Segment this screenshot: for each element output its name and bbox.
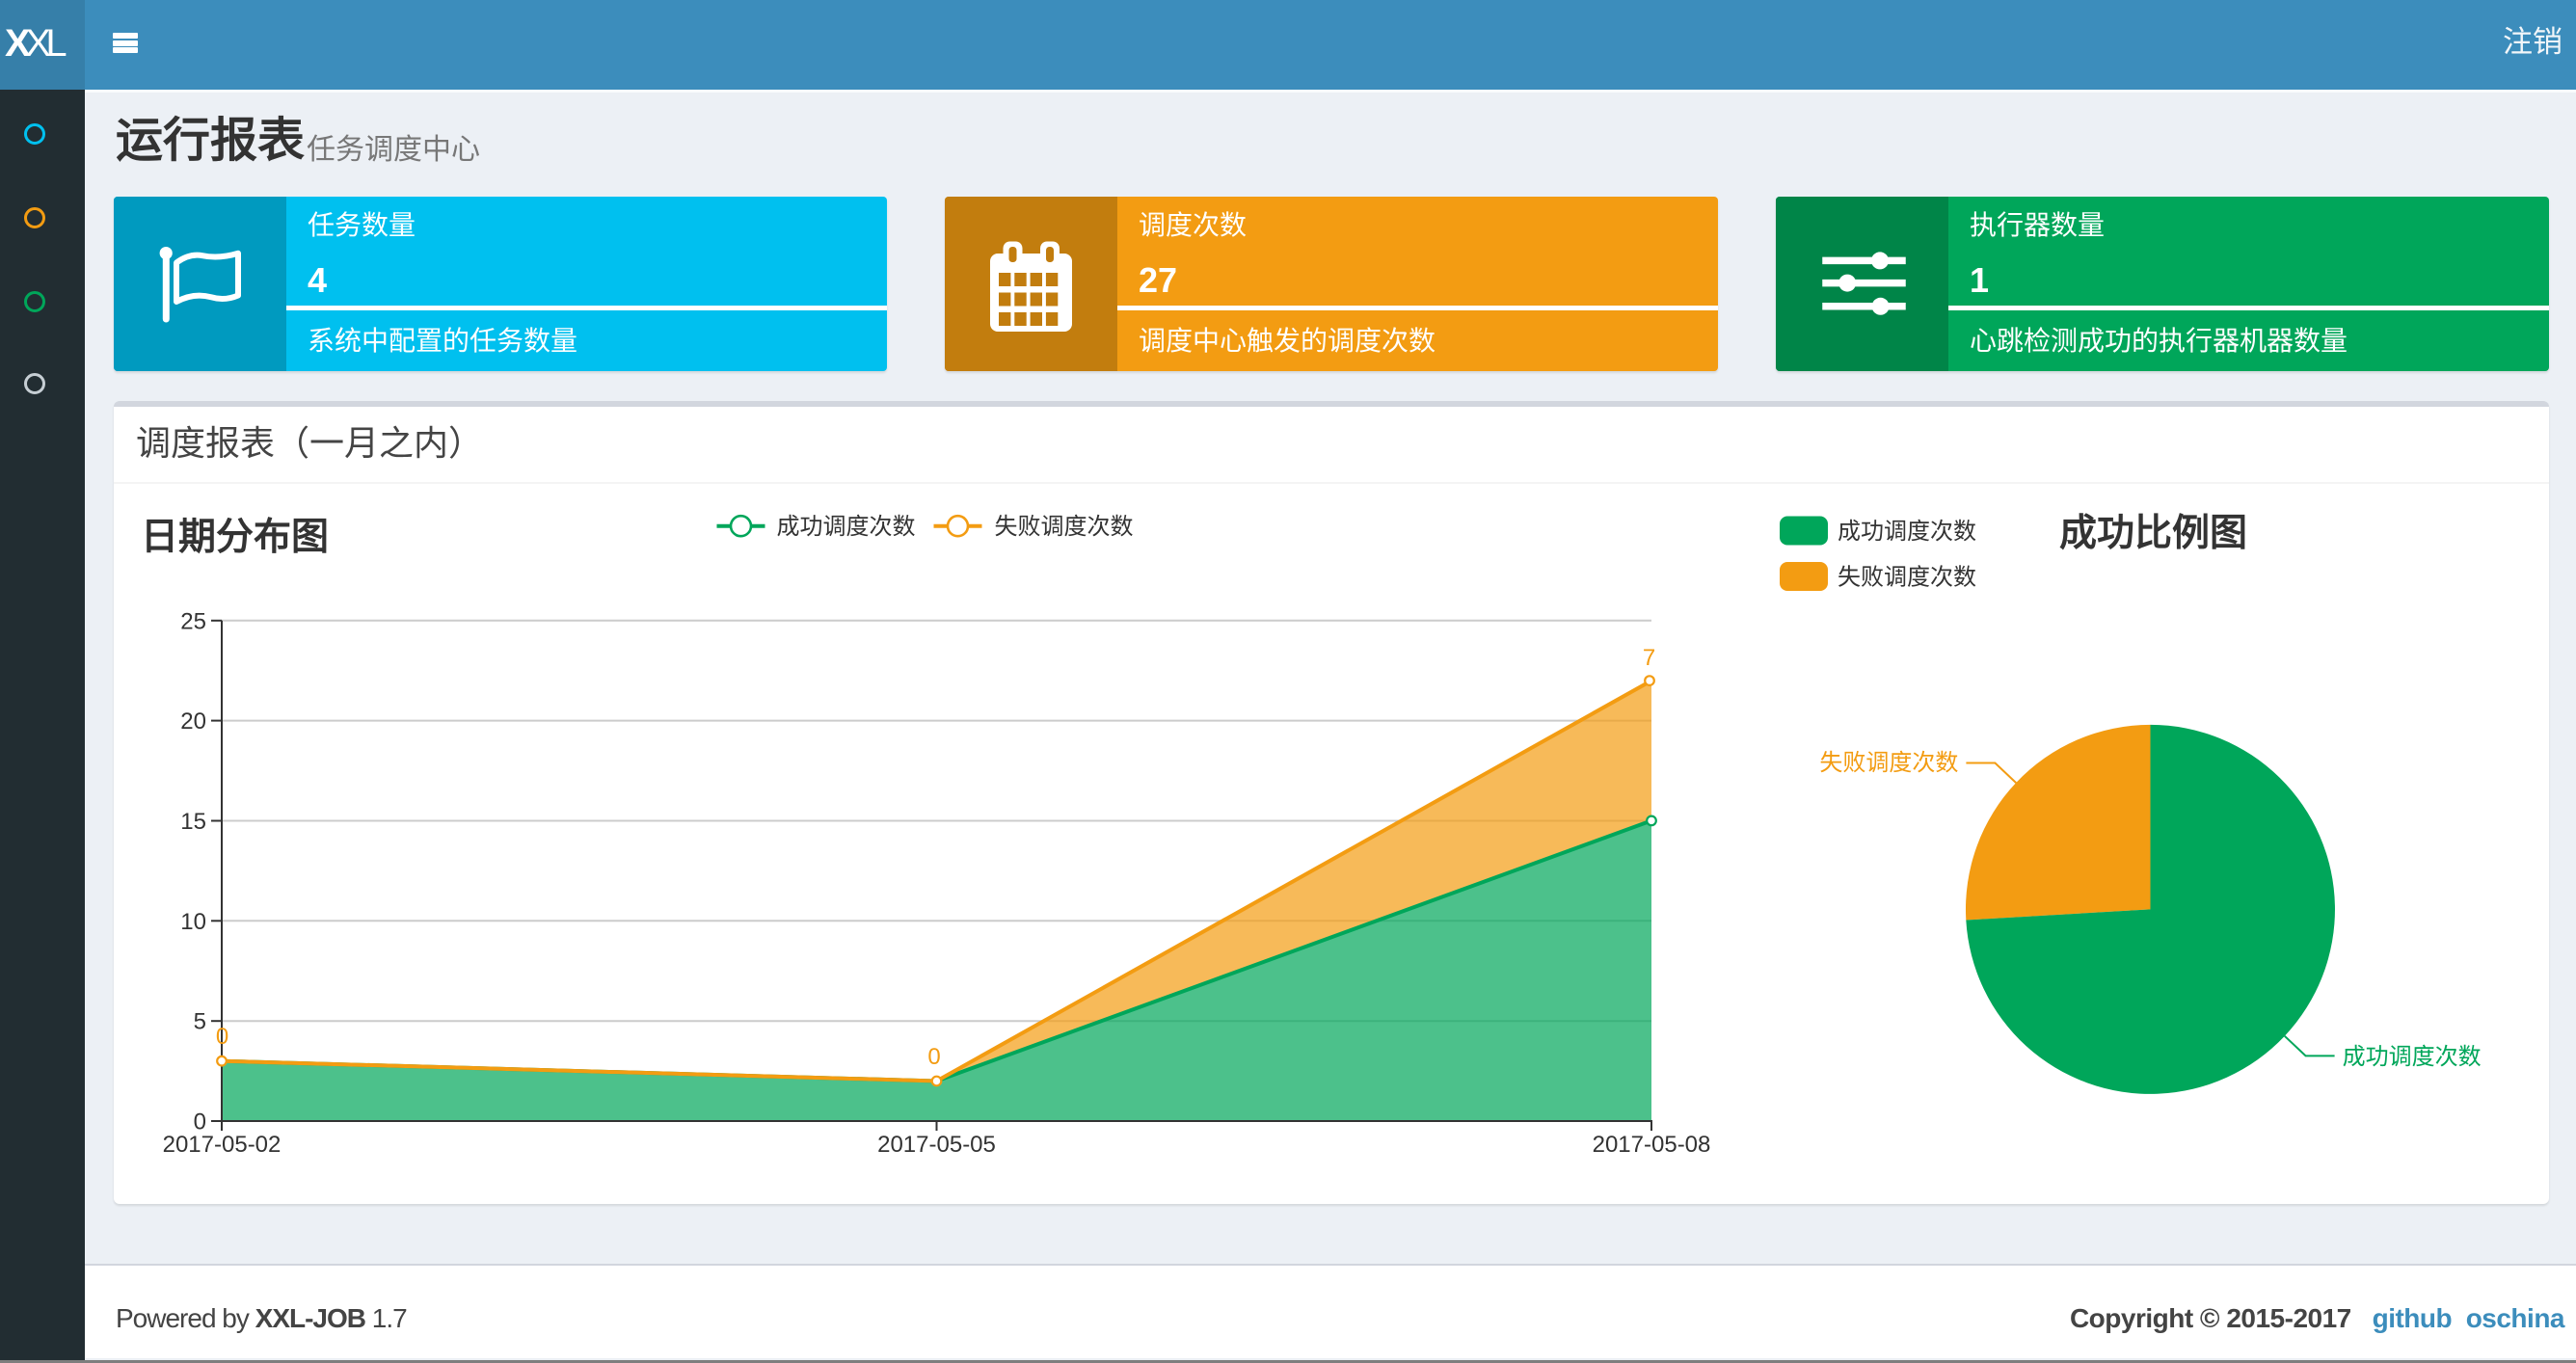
svg-text:2017-05-08: 2017-05-08 (1593, 1132, 1711, 1158)
svg-text:5: 5 (194, 1009, 206, 1035)
svg-text:成功调度次数: 成功调度次数 (777, 514, 916, 540)
svg-text:失败调度次数: 失败调度次数 (1838, 565, 1976, 591)
svg-text:0: 0 (927, 1044, 940, 1070)
svg-text:20: 20 (180, 708, 206, 735)
svg-text:10: 10 (180, 909, 206, 935)
svg-text:成功调度次数: 成功调度次数 (1838, 519, 1976, 545)
svg-text:7: 7 (1643, 645, 1655, 671)
svg-text:失败调度次数: 失败调度次数 (995, 514, 1134, 540)
svg-text:2017-05-02: 2017-05-02 (163, 1132, 282, 1158)
svg-text:25: 25 (180, 608, 206, 634)
svg-text:2017-05-05: 2017-05-05 (877, 1132, 996, 1158)
svg-text:15: 15 (180, 809, 206, 835)
svg-text:失败调度次数: 失败调度次数 (1819, 750, 1958, 776)
svg-text:成功调度次数: 成功调度次数 (2343, 1044, 2482, 1070)
svg-text:0: 0 (216, 1024, 228, 1050)
svg-text:成功比例图: 成功比例图 (2059, 513, 2247, 554)
svg-text:日期分布图: 日期分布图 (141, 517, 329, 558)
